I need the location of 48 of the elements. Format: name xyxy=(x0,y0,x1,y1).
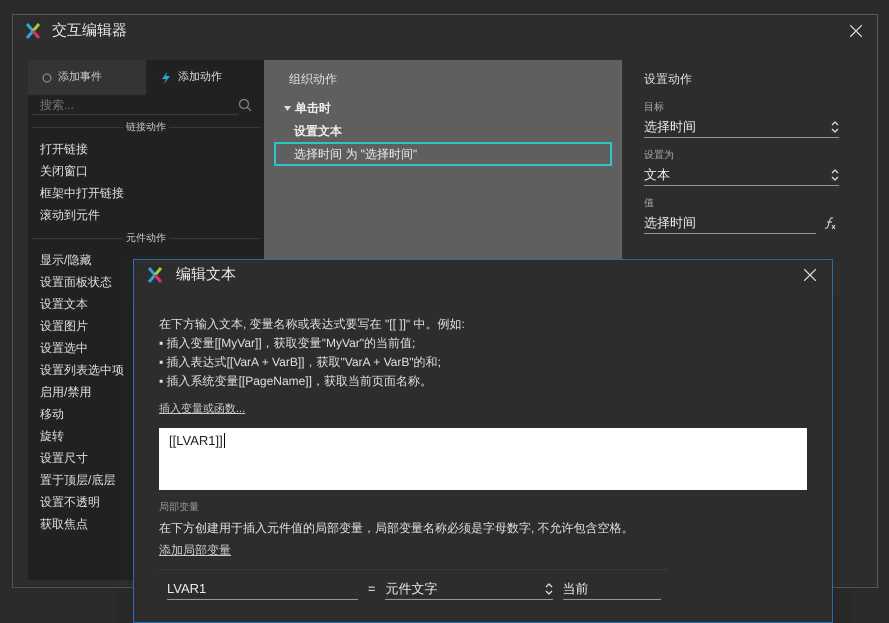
add-variable-link[interactable]: 添加局部变量 xyxy=(159,540,231,558)
action-item[interactable]: 打开链接 xyxy=(28,138,264,160)
field-label: 值 xyxy=(644,197,655,210)
instruction-text: 在下方输入文本, 变量名称或表达式要写在 "[[ ]]" 中。例如: xyxy=(159,316,466,333)
dialog-title: 编辑文本 xyxy=(176,264,236,285)
action-row[interactable]: 选择时间 为 "选择时间" xyxy=(274,142,612,166)
search-field[interactable]: 搜索... xyxy=(32,95,238,115)
window-title: 交互编辑器 xyxy=(52,20,127,41)
close-icon xyxy=(850,25,862,37)
panel-title: 组织动作 xyxy=(288,71,338,88)
input-field[interactable]: 当前 xyxy=(562,578,661,600)
insert-variable-link[interactable]: 插入变量或函数... xyxy=(159,401,246,418)
panel-title: 设置动作 xyxy=(644,71,693,88)
text-area[interactable]: [[LVAR1]] xyxy=(159,428,807,490)
dropdown[interactable]: 选择时间 xyxy=(644,116,839,138)
section-heading: 链接动作 xyxy=(125,120,167,134)
formula-button[interactable] xyxy=(824,217,836,229)
input-field[interactable]: LVAR1 xyxy=(167,578,358,600)
close-button[interactable] xyxy=(848,23,864,39)
lightning-icon xyxy=(160,72,172,84)
instruction-text: ▪ 插入表达式[[VarA + VarB]]，获取"VarA + VarB"的和; xyxy=(159,354,442,371)
field-label: 设置为 xyxy=(644,148,675,162)
input-field[interactable]: 选择时间 xyxy=(644,212,816,234)
event-label: 单击时 xyxy=(295,100,331,117)
action-name: 设置文本 xyxy=(292,123,343,140)
instruction-text: ▪ 插入系统变量[[PageName]]，获取当前页面名称。 xyxy=(159,373,433,390)
dropdown[interactable]: 文本 xyxy=(644,164,839,186)
description-text: 在下方创建用于插入元件值的局部变量，局部变量名称必须是字母数字, 不允许包含空格。 xyxy=(159,520,635,536)
search-icon xyxy=(238,98,252,112)
chevron-updown-icon xyxy=(831,120,839,132)
logo-icon xyxy=(148,267,162,283)
action-item[interactable]: 滚动到元件 xyxy=(28,204,264,226)
chevron-updown-icon xyxy=(831,168,839,180)
instruction-text: ▪ 插入变量[[MyVar]]，获取变量"MyVar"的当前值; xyxy=(159,335,416,352)
field-label: 目标 xyxy=(644,100,665,114)
close-icon xyxy=(804,269,816,281)
section-heading: 局部变量 xyxy=(159,500,200,514)
action-item[interactable]: 框架中打开链接 xyxy=(28,182,264,204)
section-heading: 元件动作 xyxy=(125,232,167,246)
tab[interactable]: 添加事件 xyxy=(28,60,146,95)
action-item[interactable]: 关闭窗口 xyxy=(28,160,264,182)
circle-icon xyxy=(42,72,52,82)
chevron-updown-icon xyxy=(544,582,553,594)
function-icon xyxy=(824,217,836,229)
logo-icon xyxy=(26,23,40,39)
equals-sign: = xyxy=(368,580,376,598)
close-button[interactable] xyxy=(802,267,818,283)
dropdown[interactable]: 元件文字 xyxy=(385,578,553,600)
